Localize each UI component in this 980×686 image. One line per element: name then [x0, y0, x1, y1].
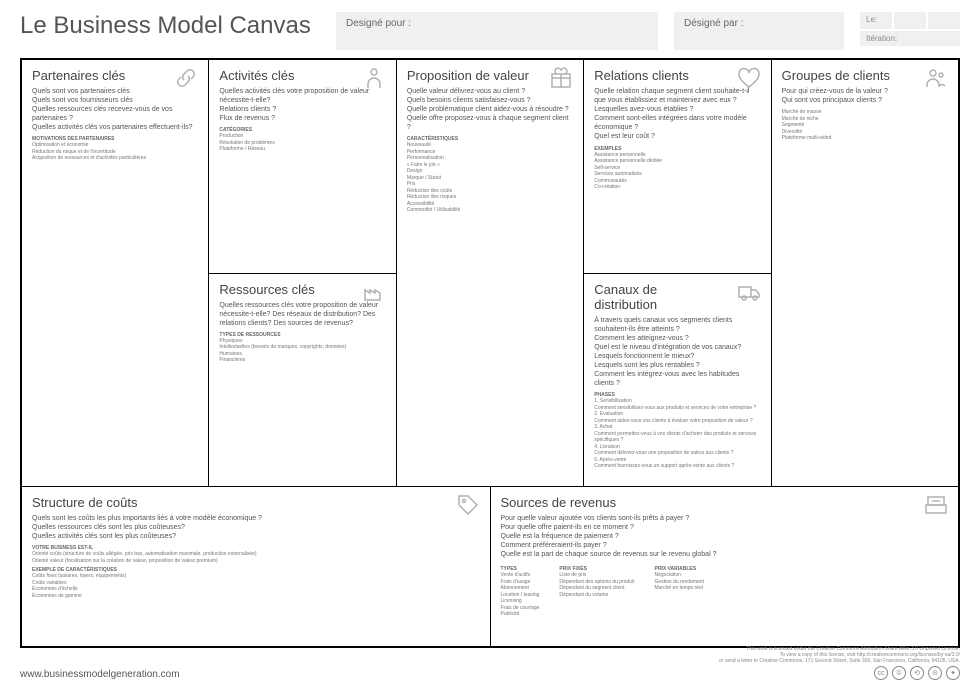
- header: Le Business Model Canvas Designé pour : …: [0, 0, 980, 58]
- factory-icon: [360, 280, 388, 304]
- meta-fields: Le: Itération:: [860, 12, 960, 46]
- version-field[interactable]: [894, 12, 926, 29]
- channels-block: Canaux de distribution À travers quels c…: [584, 274, 770, 487]
- license-text: This work is licensed under the Creative…: [719, 646, 960, 664]
- truck-icon: [735, 280, 763, 304]
- key-activities-block: Activités clés Quelles activités clés vo…: [209, 60, 395, 274]
- cc-by-icon: ①: [892, 666, 906, 680]
- customer-relations-block: Relations clients Quelle relation chaque…: [584, 60, 770, 274]
- block-questions: Quels sont vos partenaires clés Quels so…: [32, 87, 198, 132]
- page-title: Le Business Model Canvas: [20, 12, 320, 40]
- canvas-bottom: Structure de coûts Quels sont les coûts …: [22, 486, 958, 646]
- date-field[interactable]: Le:: [860, 12, 892, 29]
- value-proposition-block: Proposition de valeur Quelle valeur déli…: [397, 60, 584, 486]
- revenue-streams-block: Sources de revenus Pour quelle valeur aj…: [491, 487, 959, 646]
- person-icon: [360, 66, 388, 90]
- relations-channels-col: Relations clients Quelle relation chaque…: [584, 60, 771, 486]
- canvas: Partenaires clés Quels sont vos partenai…: [20, 58, 960, 648]
- cc-nc-icon: ✦: [946, 666, 960, 680]
- heart-icon: [735, 66, 763, 90]
- cc-sa-icon: ⟲: [910, 666, 924, 680]
- cc-icons: cc ① ⟲ ⊝ ✦: [719, 666, 960, 680]
- cash-register-icon: [922, 493, 950, 517]
- footer-url: www.businessmodelgeneration.com: [20, 669, 180, 680]
- link-icon: [172, 66, 200, 90]
- tag-icon: [454, 493, 482, 517]
- customer-segments-block: Groupes de clients Pour qui créez-vous d…: [772, 60, 958, 486]
- gift-icon: [547, 66, 575, 90]
- people-icon: [922, 66, 950, 90]
- footer: www.businessmodelgeneration.com This wor…: [20, 646, 960, 680]
- iteration-field[interactable]: Itération:: [860, 31, 960, 46]
- extra-field[interactable]: [928, 12, 960, 29]
- cc-icon: cc: [874, 666, 888, 680]
- key-resources-block: Ressources clés Quelles ressources clés …: [209, 274, 395, 487]
- canvas-top: Partenaires clés Quels sont vos partenai…: [22, 60, 958, 486]
- designed-by-field[interactable]: Désigné par :: [674, 12, 844, 50]
- designed-for-field[interactable]: Designé pour :: [336, 12, 658, 50]
- cc-nd-icon: ⊝: [928, 666, 942, 680]
- key-partners-block: Partenaires clés Quels sont vos partenai…: [22, 60, 209, 486]
- activities-resources-col: Activités clés Quelles activités clés vo…: [209, 60, 396, 486]
- cost-structure-block: Structure de coûts Quels sont les coûts …: [22, 487, 491, 646]
